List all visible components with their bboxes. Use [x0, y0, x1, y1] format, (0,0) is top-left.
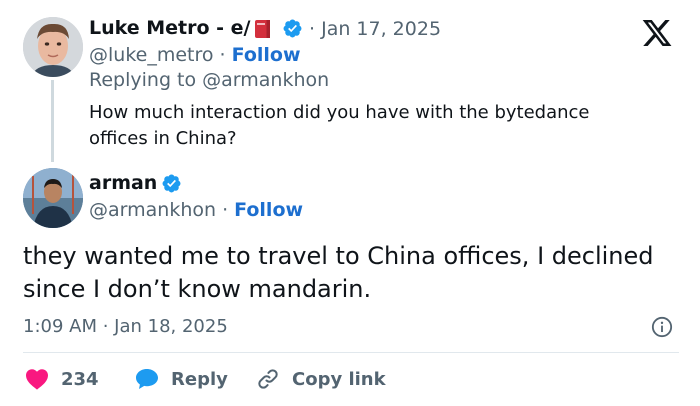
separator-dot: · [213, 44, 232, 66]
replying-to-text[interactable]: Replying to @armankhon [89, 68, 329, 92]
author-handle[interactable]: @luke_metro [89, 44, 214, 66]
tweet-text: they wanted me to travel to China office… [23, 242, 654, 303]
verified-badge-icon [162, 174, 181, 193]
author-name[interactable]: Luke Metro - e/ [89, 16, 251, 40]
follow-button[interactable]: Follow [234, 199, 303, 221]
follow-button[interactable]: Follow [232, 44, 301, 66]
reply-button[interactable]: Reply [135, 366, 228, 392]
divider [23, 352, 679, 353]
parent-tweet-text: How much interaction did you have with t… [89, 102, 590, 149]
speech-bubble-icon [136, 369, 158, 389]
copy-link-button[interactable]: Copy link [256, 366, 386, 392]
date-text: Jan 17, 2025 [321, 18, 442, 40]
separator-dot: · [309, 18, 322, 40]
reply-label: Reply [171, 368, 228, 390]
verified-badge-icon [283, 19, 302, 38]
tweet-timestamp[interactable]: 1:09 AM · Jan 18, 2025 [23, 315, 228, 339]
heart-icon [26, 369, 48, 390]
tweet-date[interactable]: · Jan 17, 2025 [309, 17, 441, 41]
author-handle[interactable]: @armankhon [89, 199, 216, 221]
avatar-luke-metro[interactable] [23, 17, 83, 77]
thread-line [51, 80, 54, 162]
handle-row: @luke_metro · Follow [89, 43, 301, 67]
like-count: 234 [61, 368, 99, 390]
info-icon[interactable] [651, 316, 673, 338]
like-button[interactable]: 234 [25, 366, 99, 392]
link-icon [258, 369, 278, 389]
x-logo-icon[interactable] [641, 17, 673, 49]
separator-dot: · [216, 199, 235, 221]
copy-link-label: Copy link [292, 368, 386, 390]
avatar-arman[interactable] [23, 168, 83, 228]
red-book-emoji-icon [255, 20, 270, 38]
author-name[interactable]: arman [89, 171, 157, 195]
handle-row: @armankhon · Follow [89, 198, 303, 222]
